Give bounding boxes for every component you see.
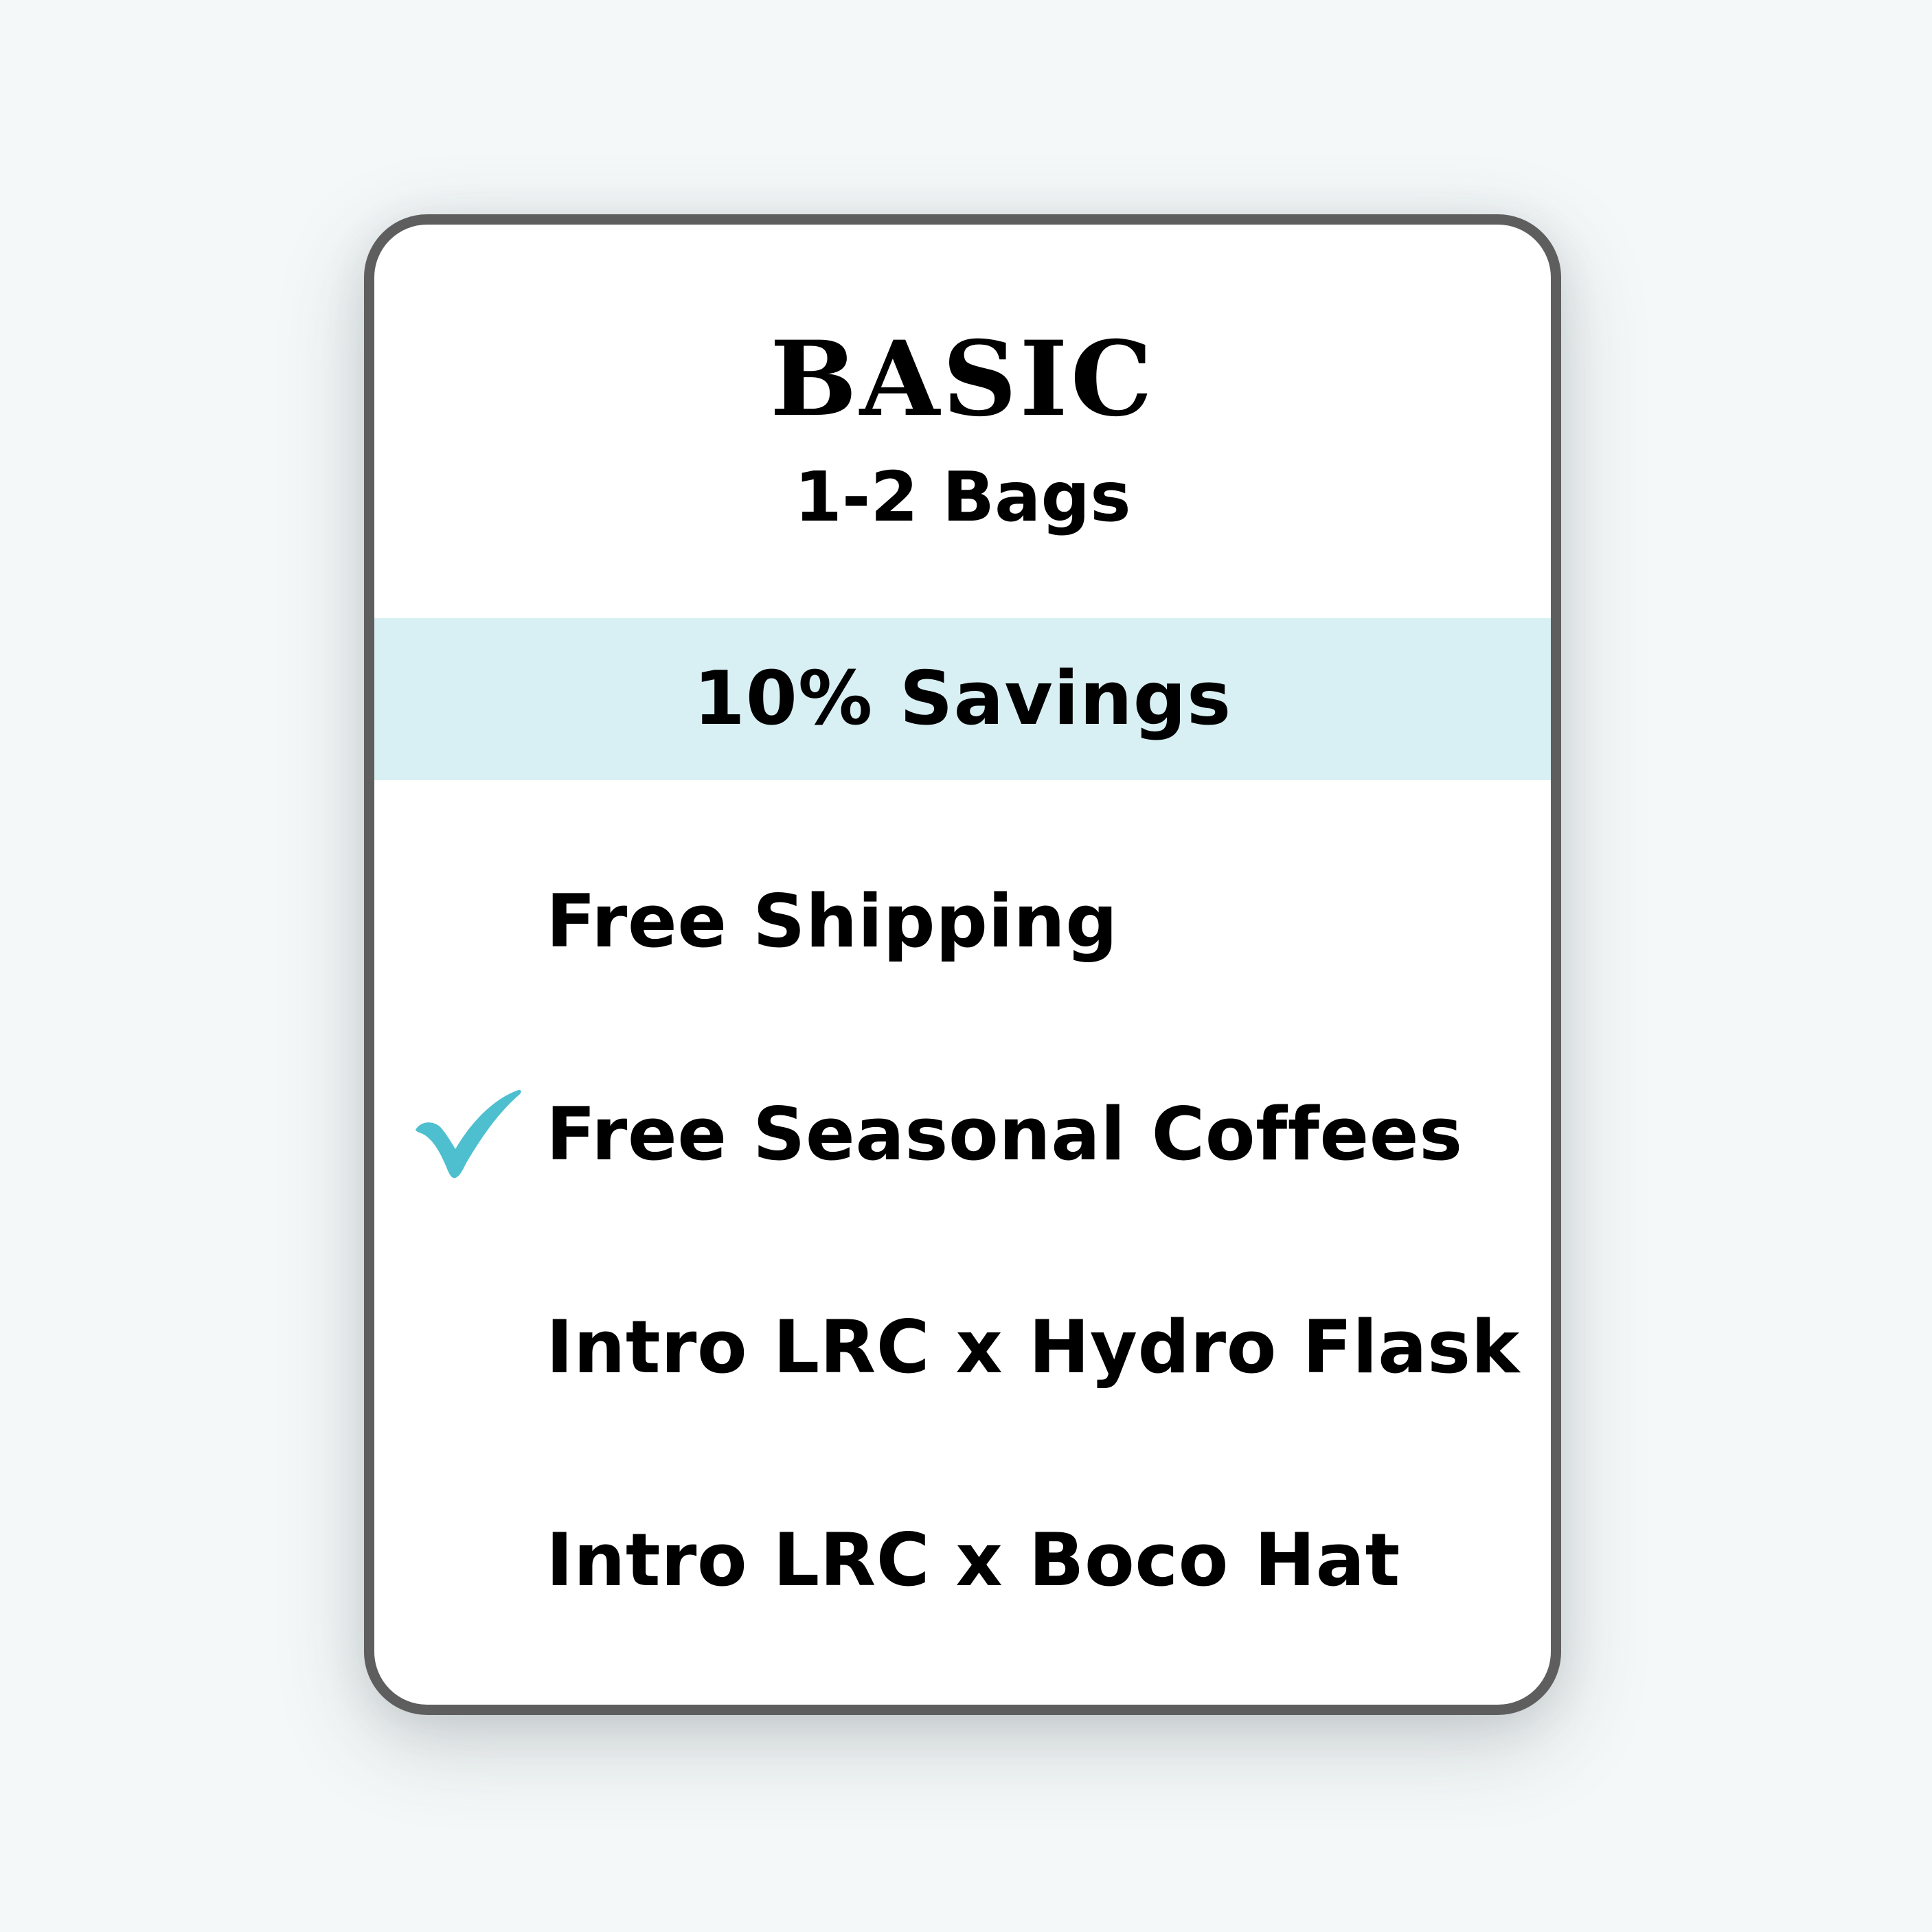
feature-label: Intro LRC x Boco Hat (546, 1518, 1400, 1602)
feature-label: Free Shipping (546, 879, 1118, 964)
feature-label: Free Seasonal Coffees (546, 1092, 1463, 1177)
feature-item-free-shipping: Free Shipping (374, 870, 1551, 980)
checkmark-icon (416, 1090, 521, 1179)
feature-item-intro-hydro-flask: Intro LRC x Hydro Flask (374, 1296, 1551, 1406)
feature-item-free-seasonal-coffees: Free Seasonal Coffees (374, 1083, 1551, 1193)
plan-bag-count: 1-2 Bags (794, 457, 1131, 537)
feature-label: Intro LRC x Hydro Flask (546, 1305, 1520, 1389)
savings-banner: 10% Savings (374, 618, 1551, 780)
plan-card[interactable]: BASIC 1-2 Bags 10% Savings Free Shipping… (364, 214, 1561, 1715)
plan-name: BASIC (769, 319, 1156, 440)
savings-label: 10% Savings (693, 656, 1232, 742)
feature-item-intro-boco-hat: Intro LRC x Boco Hat (374, 1509, 1551, 1619)
